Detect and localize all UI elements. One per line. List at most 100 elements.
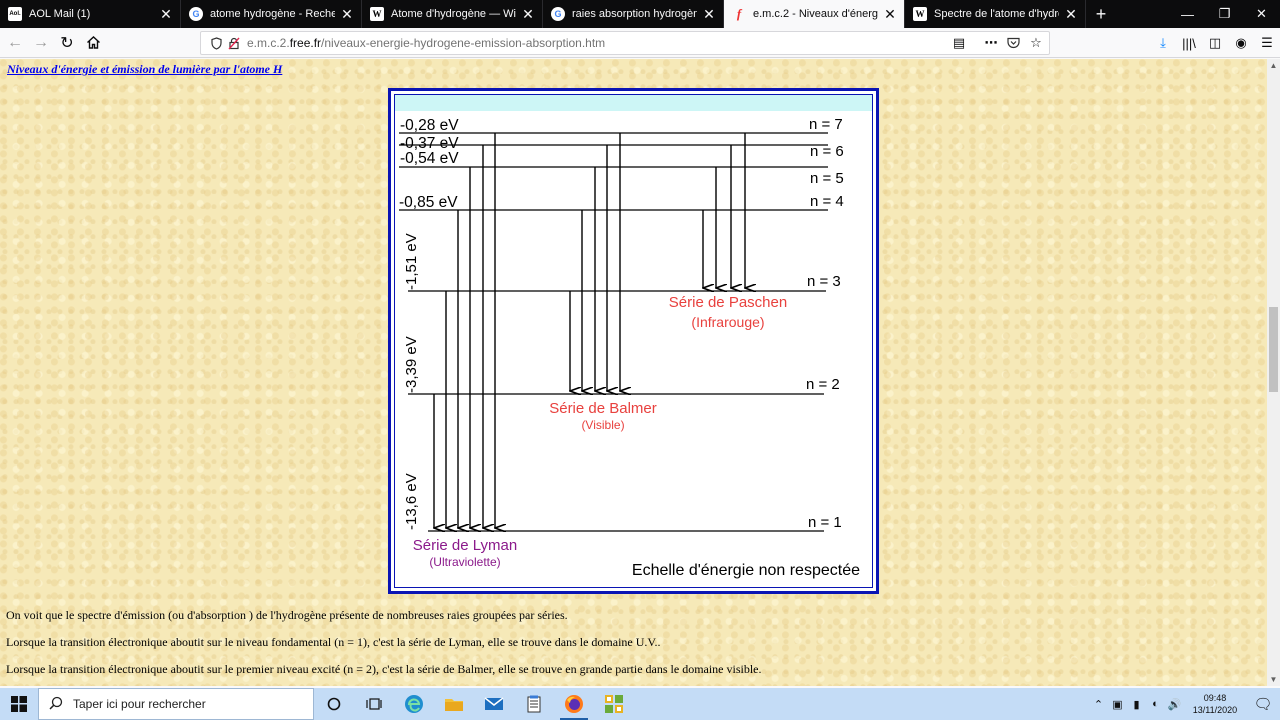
tab-title: AOL Mail (1) xyxy=(29,8,91,20)
pocket-icon[interactable] xyxy=(1003,34,1023,52)
level-label-n1: n = 1 xyxy=(808,514,842,531)
url-path: /niveaux-energie-hydrogene-emission-abso… xyxy=(321,36,606,50)
page-actions-icon[interactable]: ⋯ xyxy=(981,34,1001,52)
tab-aol-mail[interactable]: Aol. AOL Mail (1) ✕ xyxy=(0,0,181,28)
edge-icon[interactable] xyxy=(394,688,434,720)
home-icon[interactable] xyxy=(80,30,106,56)
new-tab-button[interactable]: + xyxy=(1086,0,1116,28)
meet-now-icon[interactable]: ▣ xyxy=(1108,698,1127,711)
aol-icon: Aol. xyxy=(8,7,22,21)
paragraph-2: Lorsque la transition électronique about… xyxy=(6,635,661,649)
navigation-bar: ← → ↻ e.m.c.2.free.fr/niveaux-energie-hy… xyxy=(0,28,1280,58)
level-label-n5: n = 5 xyxy=(810,170,844,187)
chevron-up-icon[interactable]: ⌃ xyxy=(1089,698,1108,711)
paschen-series-domain: (Infrarouge) xyxy=(691,314,764,330)
page-content: Niveaux d'énergie et émission de lumière… xyxy=(0,59,1267,686)
windows-taskbar: Taper ici pour rechercher ⌃ ▣ ▮ ◐ 🔊 09:4… xyxy=(0,688,1280,720)
lyman-series-domain: (Ultraviolette) xyxy=(429,555,500,569)
forward-icon[interactable]: → xyxy=(28,30,54,56)
menu-icon[interactable]: ☰ xyxy=(1254,30,1280,56)
energy-diagram-inner: n = 7 n = 6 n = 5 n = 4 n = 3 n = 2 n = … xyxy=(394,94,873,588)
notepad-icon[interactable] xyxy=(514,688,554,720)
tab-strip: Aol. AOL Mail (1) ✕ G atome hydrogène - … xyxy=(0,0,1280,28)
close-tab-icon[interactable]: ✕ xyxy=(520,6,536,22)
reader-view-icon[interactable]: ▤ xyxy=(949,34,969,52)
energy-level-diagram: n = 7 n = 6 n = 5 n = 4 n = 3 n = 2 n = … xyxy=(399,116,860,579)
minimize-icon[interactable]: — xyxy=(1169,0,1206,28)
url-prefix: e.m.c.2. xyxy=(247,36,290,50)
reload-icon[interactable]: ↻ xyxy=(54,30,80,56)
level-label-n2: n = 2 xyxy=(806,376,840,393)
notifications-icon[interactable]: 🗨 xyxy=(1246,695,1280,713)
firefox-icon[interactable] xyxy=(554,688,594,720)
energy-label-n1: -13,6 eV xyxy=(403,473,420,530)
tab-emc2-active[interactable]: f e.m.c.2 - Niveaux d'énergie de ✕ xyxy=(724,0,905,28)
close-tab-icon[interactable]: ✕ xyxy=(1063,6,1079,22)
energy-label-n3: -1,51 eV xyxy=(403,233,420,290)
close-tab-icon[interactable]: ✕ xyxy=(339,6,355,22)
window-controls: — ❐ ✕ xyxy=(1169,0,1280,28)
url-domain: free.fr xyxy=(289,36,322,50)
google-icon: G xyxy=(189,7,203,21)
shield-icon[interactable] xyxy=(207,36,225,50)
url-text: e.m.c.2.free.fr/niveaux-energie-hydrogen… xyxy=(247,36,605,50)
balmer-series-domain: (Visible) xyxy=(581,418,624,432)
clock[interactable]: 09:48 13/11/2020 xyxy=(1184,692,1246,716)
apps-grid-icon[interactable] xyxy=(594,688,634,720)
scrollbar-thumb[interactable] xyxy=(1269,307,1278,392)
balmer-series-name: Série de Balmer xyxy=(549,400,657,417)
battery-icon[interactable]: ▮ xyxy=(1127,698,1146,711)
paschen-series-name: Série de Paschen xyxy=(669,294,787,311)
heading-link[interactable]: Niveaux d'énergie et émission de lumière… xyxy=(7,62,282,77)
cortana-icon[interactable] xyxy=(314,688,354,720)
lyman-series-name: Série de Lyman xyxy=(413,537,518,554)
scroll-down-icon[interactable]: ▼ xyxy=(1267,673,1280,686)
close-window-icon[interactable]: ✕ xyxy=(1243,0,1280,28)
energy-diagram-frame: n = 7 n = 6 n = 5 n = 4 n = 3 n = 2 n = … xyxy=(388,88,879,594)
tab-title: atome hydrogène - Recherche xyxy=(210,8,335,20)
google-icon: G xyxy=(551,7,565,21)
paragraph-1: On voit que le spectre d'émission (ou d'… xyxy=(6,608,568,622)
scale-note: Echelle d'énergie non respectée xyxy=(632,562,860,579)
account-icon[interactable]: ◉ xyxy=(1228,30,1254,56)
wifi-icon[interactable]: ◐ xyxy=(1146,698,1165,710)
volume-icon[interactable]: 🔊 xyxy=(1165,698,1184,711)
vertical-scrollbar[interactable]: ▲ ▼ xyxy=(1267,59,1280,686)
task-view-icon[interactable] xyxy=(354,688,394,720)
energy-label-n7: -0,28 eV xyxy=(400,117,459,134)
level-label-n4: n = 4 xyxy=(810,193,844,210)
restore-icon[interactable]: ❐ xyxy=(1206,0,1243,28)
tab-wikipedia-2[interactable]: W Spectre de l'atome d'hydrogèn ✕ xyxy=(905,0,1086,28)
search-placeholder: Taper ici pour rechercher xyxy=(73,697,206,711)
level-label-n7: n = 7 xyxy=(809,116,843,133)
taskbar-search-box[interactable]: Taper ici pour rechercher xyxy=(38,688,314,720)
emc2-icon: f xyxy=(736,6,742,21)
download-icon[interactable]: ⤓ xyxy=(1150,30,1176,56)
close-tab-icon[interactable]: ✕ xyxy=(882,6,898,22)
bookmark-star-icon[interactable]: ☆ xyxy=(1026,34,1046,52)
mail-icon[interactable] xyxy=(474,688,514,720)
windows-start-icon[interactable] xyxy=(0,688,38,720)
tab-google-search-1[interactable]: G atome hydrogène - Recherche ✕ xyxy=(181,0,362,28)
tab-wikipedia-1[interactable]: W Atome d'hydrogène — Wikipé ✕ xyxy=(362,0,543,28)
insecure-connection-icon[interactable] xyxy=(225,37,243,50)
energy-label-n2: -3,39 eV xyxy=(403,336,420,393)
tab-title: raies absorption hydrogène - R xyxy=(572,8,697,20)
scroll-up-icon[interactable]: ▲ xyxy=(1267,59,1280,72)
sidebar-icon[interactable]: ◫ xyxy=(1202,30,1228,56)
search-icon xyxy=(49,696,63,713)
close-tab-icon[interactable]: ✕ xyxy=(158,6,174,22)
close-tab-icon[interactable]: ✕ xyxy=(701,6,717,22)
toolbar-right: ⤓ |||\ ◫ ◉ ☰ xyxy=(1150,30,1280,56)
library-icon[interactable]: |||\ xyxy=(1176,30,1202,56)
tab-title: Atome d'hydrogène — Wikipé xyxy=(391,8,516,20)
file-explorer-icon[interactable] xyxy=(434,688,474,720)
url-bar[interactable]: e.m.c.2.free.fr/niveaux-energie-hydrogen… xyxy=(200,31,1050,55)
clock-date: 13/11/2020 xyxy=(1192,705,1238,715)
energy-label-n5: -0,54 eV xyxy=(400,150,459,167)
energy-label-n4: -0,85 eV xyxy=(399,194,458,211)
level-label-n6: n = 6 xyxy=(810,143,844,160)
wikipedia-icon: W xyxy=(913,7,927,21)
tab-google-search-2[interactable]: G raies absorption hydrogène - R ✕ xyxy=(543,0,724,28)
back-icon[interactable]: ← xyxy=(2,30,28,56)
